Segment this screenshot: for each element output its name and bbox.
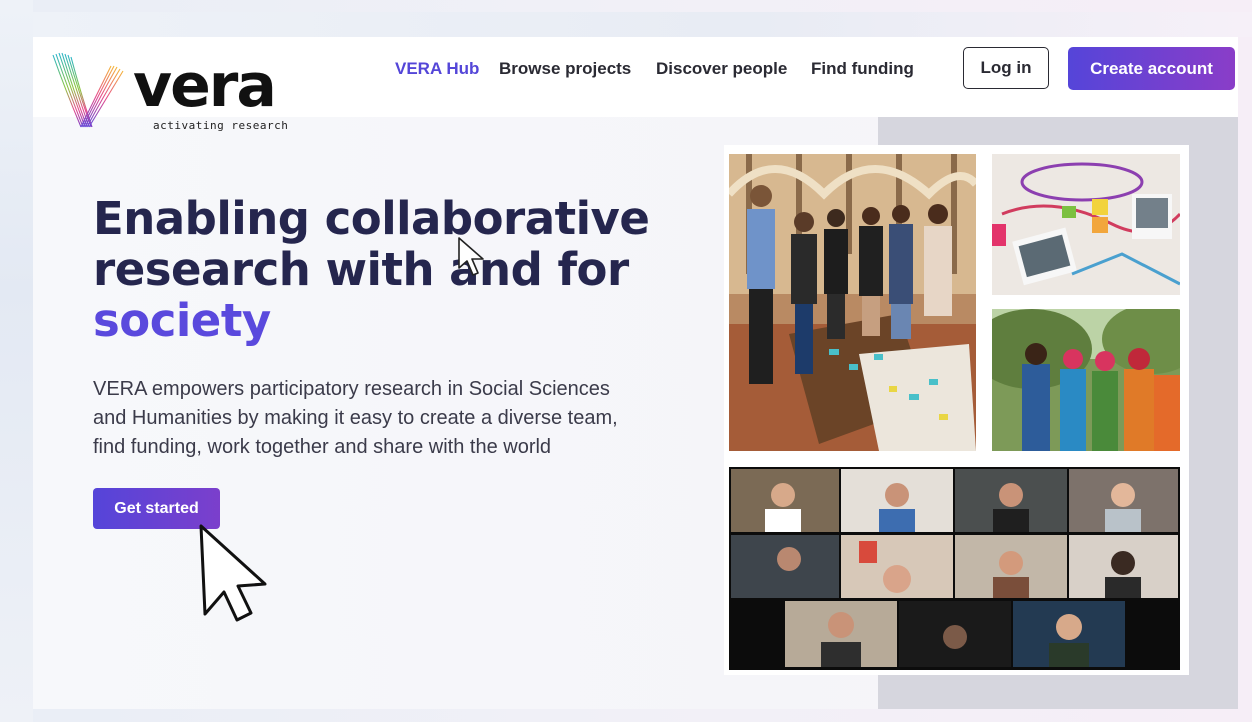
nav-link-find-funding[interactable]: Find funding [811,59,914,81]
browser-frame: vera activating research VERA Hub Browse… [33,37,1238,709]
site-header: vera activating research VERA Hub Browse… [33,37,1238,132]
hero-title-accent: society [93,294,271,347]
hero-description-line-2: and Humanities by making it easy to crea… [93,407,618,429]
nav-link-discover-people[interactable]: Discover people [656,59,787,81]
logo-wordmark: vera [133,51,277,121]
background-strip-top [0,12,1252,37]
create-account-button[interactable]: Create account [1068,47,1235,90]
hero-description: VERA empowers participatory research in … [93,375,713,462]
photo-collage [724,145,1189,675]
mouse-pointer-icon [199,524,267,622]
hero-description-line-3: find funding, work together and share wi… [93,436,552,458]
hero-title-line-1: Enabling collaborative [93,192,650,245]
login-button[interactable]: Log in [963,47,1049,89]
logo[interactable]: vera activating research [51,49,311,133]
photo-sticky-notes-board [992,154,1180,295]
photo-outdoor-group [992,309,1180,451]
mouse-pointer-icon [458,237,484,276]
vera-v-logo-icon [52,52,124,128]
photo-workshop-group [729,154,976,451]
background-strip-left [0,0,33,722]
nav-link-browse-projects[interactable]: Browse projects [499,59,631,81]
logo-tagline: activating research [153,119,289,132]
nav-link-vera-hub[interactable]: VERA Hub [395,59,479,81]
hero-title: Enabling collaborative research with and… [93,193,693,346]
hero-title-line-2: research with and for [93,243,629,296]
photo-video-call-grid [729,467,1180,670]
hero-description-line-1: VERA empowers participatory research in … [93,378,610,400]
